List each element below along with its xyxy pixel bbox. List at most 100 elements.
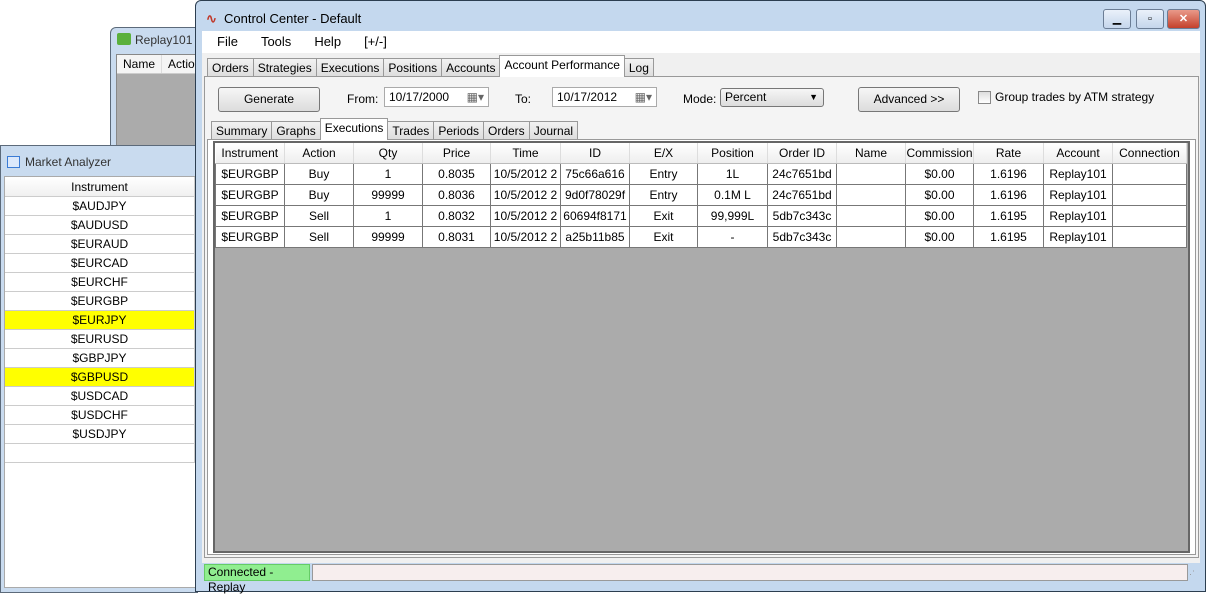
instrument-row[interactable]: $GBPUSD: [5, 368, 195, 387]
generate-button[interactable]: Generate: [218, 87, 320, 112]
cell-id: 60694f8171: [560, 204, 630, 227]
column-header-name[interactable]: Name: [117, 55, 163, 73]
instrument-row[interactable]: $EURUSD: [5, 330, 195, 349]
column-header-name[interactable]: Name: [836, 143, 906, 164]
replay-window-title: Replay101: [135, 33, 193, 47]
column-header-rate[interactable]: Rate: [973, 143, 1044, 164]
tab-executions[interactable]: Executions: [315, 58, 385, 77]
instrument-row[interactable]: $EURCHF: [5, 273, 195, 292]
instrument-row[interactable]: $USDCHF: [5, 406, 195, 425]
instrument-row[interactable]: $USDCAD: [5, 387, 195, 406]
cell-account: Replay101: [1043, 225, 1113, 248]
column-header-account[interactable]: Account: [1043, 143, 1113, 164]
subtab-executions[interactable]: Executions: [319, 118, 389, 140]
column-header-instrument[interactable]: Instrument: [5, 177, 195, 197]
instrument-row[interactable]: $EURCAD: [5, 254, 195, 273]
subtab-graphs[interactable]: Graphs: [271, 121, 321, 140]
from-label: From:: [347, 92, 379, 106]
instrument-row[interactable]: [5, 444, 195, 463]
instrument-row[interactable]: $AUDJPY: [5, 197, 195, 216]
cell-rate: 1.6196: [973, 183, 1044, 206]
column-header-connection[interactable]: Connection: [1112, 143, 1187, 164]
cell-instrument: $EURGBP: [215, 162, 285, 185]
execution-row[interactable]: $EURGBP Sell 1 0.8032 10/5/2012 2 60694f8171 E…: [215, 204, 1187, 227]
calendar-dropdown-icon[interactable]: ▦▾: [635, 90, 652, 104]
instrument-row[interactable]: $AUDUSD: [5, 216, 195, 235]
instrument-row[interactable]: $EURJPY: [5, 311, 195, 330]
to-date-value: 10/17/2012: [557, 90, 618, 104]
tab-log[interactable]: Log: [623, 58, 654, 77]
cell-price: 0.8035: [422, 162, 491, 185]
cell-e-x: Exit: [629, 204, 698, 227]
cell-time: 10/5/2012 2: [490, 162, 561, 185]
from-date-picker[interactable]: 10/17/2000 ▦▾: [384, 87, 489, 107]
cell-id: 75c66a616: [560, 162, 630, 185]
column-header-price[interactable]: Price: [422, 143, 491, 164]
mode-select[interactable]: Percent ▼: [720, 88, 824, 107]
group-trades-checkbox[interactable]: [978, 91, 991, 104]
execution-row[interactable]: $EURGBP Buy 99999 0.8036 10/5/2012 2 9d0f7802…: [215, 183, 1187, 206]
cell-qty: 1: [353, 204, 423, 227]
mode-label: Mode:: [683, 92, 717, 106]
column-header-time[interactable]: Time: [490, 143, 561, 164]
execution-row[interactable]: $EURGBP Sell 99999 0.8031 10/5/2012 2 a25b11b…: [215, 225, 1187, 248]
grid-icon: [7, 156, 20, 168]
tab-positions[interactable]: Positions: [383, 58, 443, 77]
connection-status: Connected - Replay: [204, 564, 310, 594]
instrument-row[interactable]: $EURAUD: [5, 235, 195, 254]
control-center-window[interactable]: ∿ Control Center - Default ▁ ▫ ✕ File To…: [195, 0, 1206, 594]
subtab-trades[interactable]: Trades: [387, 121, 435, 140]
market-analyzer-title: Market Analyzer: [25, 155, 112, 169]
market-analyzer-window[interactable]: Market Analyzer Instrument $AUDJPY $AUDUS…: [0, 145, 198, 593]
cell-time: 10/5/2012 2: [490, 225, 561, 248]
cell-action: Sell: [284, 225, 354, 248]
cell-commission: $0.00: [905, 204, 974, 227]
cell-position: -: [697, 225, 768, 248]
cell-instrument: $EURGBP: [215, 204, 285, 227]
tab-orders[interactable]: Orders: [207, 58, 254, 77]
resize-grip-icon[interactable]: ⋰: [1186, 569, 1195, 580]
cell-qty: 1: [353, 162, 423, 185]
cell-position: 1L: [697, 162, 768, 185]
advanced-button[interactable]: Advanced >>: [858, 87, 960, 112]
column-header-qty[interactable]: Qty: [353, 143, 423, 164]
tab-accounts[interactable]: Accounts: [441, 58, 501, 77]
column-header-instrument[interactable]: Instrument: [215, 143, 285, 164]
cell-instrument: $EURGBP: [215, 183, 285, 206]
menu-file[interactable]: File: [202, 31, 246, 53]
tab-account-performance[interactable]: Account Performance: [499, 55, 625, 77]
instrument-row[interactable]: $EURGBP: [5, 292, 195, 311]
menu-help[interactable]: Help: [299, 31, 349, 53]
minimize-button[interactable]: ▁: [1103, 9, 1131, 29]
column-header-position[interactable]: Position: [697, 143, 768, 164]
cell-account: Replay101: [1043, 204, 1113, 227]
calendar-dropdown-icon[interactable]: ▦▾: [467, 90, 484, 104]
menu-expand[interactable]: [+/-]: [349, 31, 395, 53]
column-header-action[interactable]: Action: [284, 143, 354, 164]
subtab-orders[interactable]: Orders: [483, 121, 530, 140]
app-logo-icon: ∿: [206, 11, 217, 26]
cell-name: [836, 183, 906, 206]
menu-tools[interactable]: Tools: [246, 31, 299, 53]
close-button[interactable]: ✕: [1167, 9, 1200, 29]
to-date-picker[interactable]: 10/17/2012 ▦▾: [552, 87, 657, 107]
cell-commission: $0.00: [905, 225, 974, 248]
executions-grid: Instrument Action Qty Price Time ID E/X Positio…: [213, 141, 1190, 553]
column-header-commission[interactable]: Commission: [905, 143, 974, 164]
cell-connection: [1112, 183, 1187, 206]
subtab-summary[interactable]: Summary: [211, 121, 273, 140]
column-header-id[interactable]: ID: [560, 143, 630, 164]
maximize-button[interactable]: ▫: [1136, 9, 1164, 29]
status-message-area: [312, 564, 1188, 581]
cell-e-x: Entry: [629, 162, 698, 185]
column-header-e-x[interactable]: E/X: [629, 143, 698, 164]
instrument-row[interactable]: $USDJPY: [5, 425, 195, 444]
subtab-periods[interactable]: Periods: [433, 121, 484, 140]
replay-grid: Name Action: [116, 54, 209, 158]
execution-row[interactable]: $EURGBP Buy 1 0.8035 10/5/2012 2 75c66a616 Ent…: [215, 162, 1187, 185]
cell-order-id: 24c7651bd: [767, 183, 837, 206]
column-header-order-id[interactable]: Order ID: [767, 143, 837, 164]
instrument-row[interactable]: $GBPJPY: [5, 349, 195, 368]
subtab-journal[interactable]: Journal: [528, 121, 579, 140]
tab-strategies[interactable]: Strategies: [252, 58, 317, 77]
